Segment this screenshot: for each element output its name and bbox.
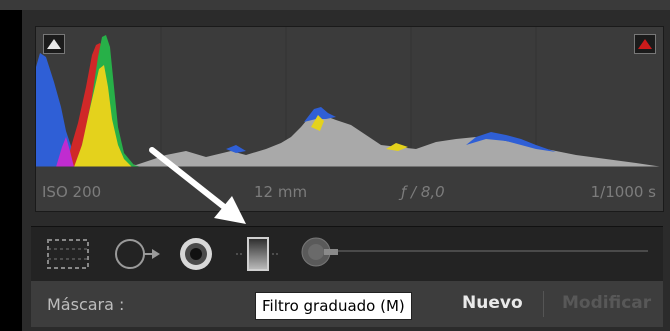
spot-removal-icon	[115, 239, 160, 269]
brush-slider-track[interactable]	[328, 250, 648, 252]
crop-overlay-tool[interactable]	[45, 236, 91, 276]
highlight-clipping-button[interactable]	[634, 34, 656, 54]
aperture-readout: ƒ / 8,0	[401, 183, 445, 201]
red-eye-icon	[180, 238, 212, 270]
shutter-speed-readout: 1/1000 s	[590, 183, 656, 201]
modify-mask-button[interactable]: Modificar	[562, 293, 651, 313]
focal-length-readout: 12 mm	[254, 183, 308, 201]
adjustment-brush-icon	[301, 237, 338, 267]
red-eye-tool[interactable]	[176, 234, 216, 278]
tooltip: Filtro graduado (M)	[255, 292, 412, 320]
graduated-filter-icon	[236, 237, 280, 271]
divider	[543, 291, 544, 317]
mask-label: Máscara :	[47, 295, 125, 314]
histogram[interactable]: ISO 200 12 mm ƒ / 8,0 1/1000 s	[35, 26, 664, 212]
triangle-up-icon	[638, 39, 652, 49]
histogram-graph	[36, 27, 663, 168]
new-mask-button[interactable]: Nuevo	[462, 293, 523, 313]
iso-readout: ISO 200	[42, 183, 102, 201]
shadow-clipping-button[interactable]	[43, 34, 65, 54]
graduated-filter-tool[interactable]	[234, 234, 282, 278]
crop-icon	[47, 239, 89, 269]
panel-top-strip	[0, 0, 670, 10]
adjustment-brush-tool[interactable]	[298, 234, 338, 274]
triangle-up-icon	[47, 39, 61, 49]
spot-removal-tool[interactable]	[112, 234, 162, 278]
